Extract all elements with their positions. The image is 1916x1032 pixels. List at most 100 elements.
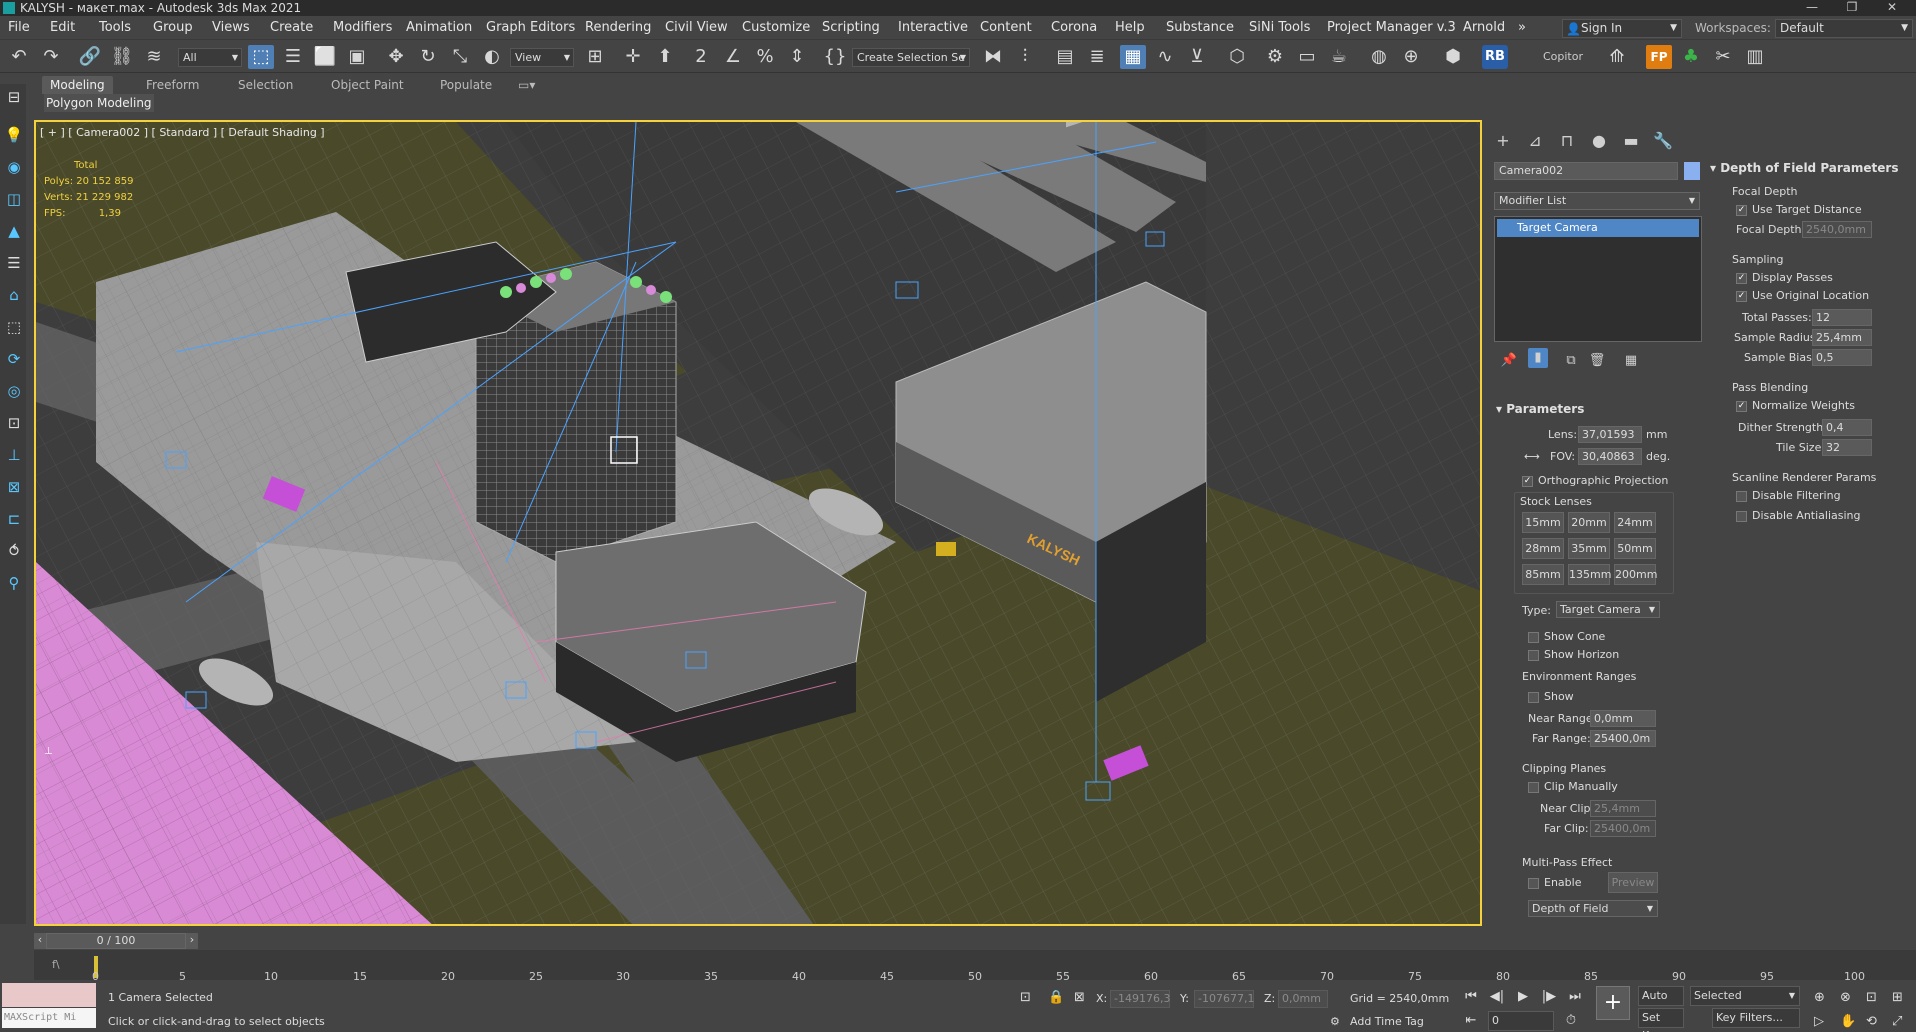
select-object-icon[interactable]: ⬚ (248, 45, 274, 69)
stock-lens-50mm[interactable]: 50mm (1614, 538, 1656, 559)
sample-radius-spinner[interactable]: 25,4mm (1812, 329, 1872, 346)
stock-lens-200mm[interactable]: 200mm (1614, 564, 1657, 585)
hierarchy-icon[interactable]: ⊡ (3, 412, 25, 434)
hexagon-icon[interactable]: ⬢ (1440, 45, 1466, 69)
light-icon[interactable]: ▲ (3, 220, 25, 242)
display-icon[interactable]: ◎ (3, 380, 25, 402)
scale-icon[interactable]: ⤡ (447, 45, 473, 69)
lens-spinner[interactable]: 37,01593 (1578, 426, 1642, 443)
window-crossing-icon[interactable]: ▣ (344, 45, 370, 69)
rectangular-selection-icon[interactable]: ⬜ (312, 45, 338, 69)
object-name-field[interactable]: Camera002 (1494, 162, 1678, 180)
render-icon[interactable]: ☕ (1326, 45, 1352, 69)
ribbon-options-icon[interactable]: ▭▾ (518, 76, 535, 94)
motion-icon[interactable]: ⊥ (3, 444, 25, 466)
rb-button[interactable]: RB (1482, 45, 1508, 69)
corona-icon[interactable]: ◍ (1366, 45, 1392, 69)
stock-lens-15mm[interactable]: 15mm (1522, 512, 1564, 533)
frame-icon[interactable]: ⊏ (3, 508, 25, 530)
near-clip-spinner[interactable]: 25,4mm (1590, 800, 1656, 817)
stock-lens-28mm[interactable]: 28mm (1522, 538, 1564, 559)
menu-arnold[interactable]: Arnold (1463, 16, 1505, 40)
forest-icon[interactable]: ⟰ (1604, 45, 1630, 69)
motion-tab-icon[interactable]: ● (1586, 128, 1612, 154)
redo-icon[interactable]: ↷ (38, 45, 64, 69)
maxscript-mini-listener[interactable]: MAXScript Mi (2, 1008, 96, 1028)
minimize-button[interactable]: — (1792, 0, 1832, 16)
menu-civil-view[interactable]: Civil View (665, 16, 728, 40)
undo-icon[interactable]: ↶ (6, 45, 32, 69)
spinner-snap-icon[interactable]: ⇕ (784, 45, 810, 69)
mpe-enable-checkbox[interactable] (1528, 878, 1539, 889)
menu-tools[interactable]: Tools (99, 16, 131, 40)
select-by-name-icon[interactable]: ☰ (280, 45, 306, 69)
make-unique-icon[interactable]: ⧉ (1558, 348, 1584, 374)
go-to-end-icon[interactable]: ⏭ (1566, 988, 1584, 1006)
hierarchy-tab-icon[interactable]: ⊓ (1554, 128, 1580, 154)
close-button[interactable]: ✕ (1872, 0, 1912, 16)
object-color-swatch[interactable] (1684, 162, 1700, 180)
render-setup-icon[interactable]: ⚙ (1262, 45, 1288, 69)
selection-set-dropdown[interactable]: Selected ▼ (1690, 986, 1800, 1006)
percent-snap-icon[interactable]: % (752, 45, 778, 69)
isolate-selection-icon[interactable]: ⊡ (1020, 990, 1031, 1005)
menu-modifiers[interactable]: Modifiers (333, 16, 392, 40)
near-range-spinner[interactable]: 0,0mm (1590, 710, 1656, 727)
menu-sini-tools[interactable]: SiNi Tools (1249, 16, 1310, 40)
effect-dropdown[interactable]: Depth of Field ▼ (1528, 900, 1658, 917)
tab-freeform[interactable]: Freeform (146, 76, 199, 94)
add-time-tag[interactable]: Add Time Tag (1350, 1015, 1424, 1028)
rotate-view-icon[interactable]: ⟳ (3, 348, 25, 370)
prev-frame-icon[interactable]: ‹ (34, 933, 46, 949)
fp-button[interactable]: FP (1646, 45, 1672, 69)
use-target-distance-checkbox[interactable]: ✓ (1736, 205, 1747, 216)
menu-interactive[interactable]: Interactive (898, 16, 968, 40)
lightbulb-icon[interactable]: 💡 (3, 124, 25, 146)
menu-file[interactable]: File (8, 16, 30, 40)
scene-explorer-toggle-icon[interactable]: ⊟ (3, 86, 25, 108)
rotate-icon[interactable]: ↻ (415, 45, 441, 69)
configure-modifier-icon[interactable]: ▦ (1618, 348, 1644, 374)
orbit-icon[interactable]: ⥀ (3, 540, 25, 562)
pin-stack-icon[interactable]: 📌 (1496, 348, 1522, 374)
move-icon[interactable]: ✥ (383, 45, 409, 69)
schematic-view-icon[interactable]: ⊻ (1184, 45, 1210, 69)
orthographic-checkbox[interactable]: ✓ (1522, 476, 1533, 487)
helper-icon[interactable]: ⌂ (3, 284, 25, 306)
curve-editor-icon[interactable]: ∿ (1152, 45, 1178, 69)
edit-named-selection-icon[interactable]: {} (822, 45, 848, 69)
next-frame-icon[interactable]: |▶ (1540, 988, 1558, 1006)
dof-header[interactable]: ▾ Depth of Field Parameters (1710, 161, 1899, 175)
menu-corona[interactable]: Corona (1051, 16, 1097, 40)
tools-icon[interactable]: ✂ (1710, 45, 1736, 69)
previous-frame-icon[interactable]: ◀| (1488, 988, 1506, 1006)
snaps-toggle-icon[interactable]: 2 (688, 45, 714, 69)
stock-lens-135mm[interactable]: 135mm (1568, 564, 1611, 585)
auto-key-button[interactable]: Auto Key (1638, 986, 1684, 1020)
fov-spinner[interactable]: 30,40863 (1578, 448, 1642, 465)
time-config-icon[interactable]: ⏱ (1562, 1012, 1580, 1030)
stack-item-target-camera[interactable]: Target Camera (1497, 219, 1699, 237)
set-keys-button[interactable]: + (1596, 986, 1630, 1020)
pan-icon[interactable]: ✋ (1840, 1014, 1856, 1029)
reference-coordinate-dropdown[interactable]: View ▼ (510, 48, 574, 67)
sign-in-button[interactable]: 👤 Sign In ▼ (1562, 19, 1682, 38)
sample-bias-spinner[interactable]: 0,5 (1812, 349, 1872, 366)
modifier-list-dropdown[interactable]: Modifier List ▼ (1494, 192, 1700, 210)
stock-lens-24mm[interactable]: 24mm (1614, 512, 1656, 533)
disable-antialiasing-checkbox[interactable] (1736, 511, 1747, 522)
viewport-camera002[interactable]: KALYSH ⊥ [ + ] [ Camera002 ] [ Standard … (34, 120, 1482, 926)
display-tab-icon[interactable]: ▬ (1618, 128, 1644, 154)
menu-customize[interactable]: Customize (742, 16, 810, 40)
y-coord-field[interactable]: -107677,1 (1194, 990, 1254, 1008)
go-to-start-icon[interactable]: ⏮ (1462, 988, 1480, 1006)
select-manipulate-icon[interactable]: ✛ (620, 45, 646, 69)
maxscript-listener-output[interactable] (2, 983, 96, 1007)
modify-tab-icon[interactable]: ⊿ (1522, 128, 1548, 154)
menu-edit[interactable]: Edit (50, 16, 75, 40)
menu-group[interactable]: Group (153, 16, 193, 40)
x-coord-field[interactable]: -149176,3 (1110, 990, 1170, 1008)
total-passes-spinner[interactable]: 12 (1812, 309, 1872, 326)
key-mode-icon[interactable]: ⇤ (1462, 1012, 1480, 1030)
menu-graph-editors[interactable]: Graph Editors (486, 16, 575, 40)
